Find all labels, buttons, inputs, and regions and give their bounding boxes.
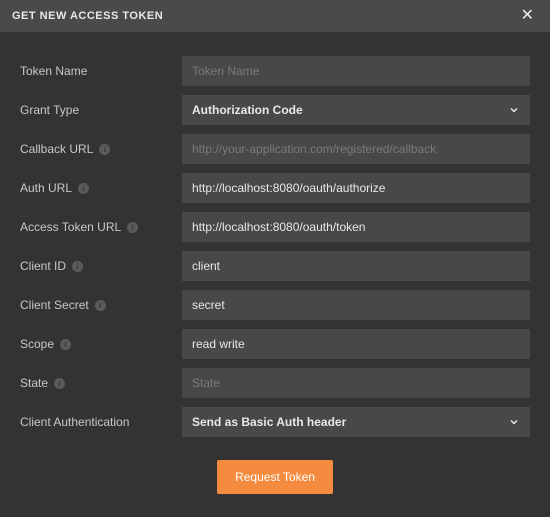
state-input[interactable] (182, 368, 530, 398)
row-token-name: Token Name (20, 56, 530, 86)
row-access-token-url: Access Token URL i (20, 212, 530, 242)
client-id-input[interactable] (182, 251, 530, 281)
grant-type-select-wrap: Authorization Code (182, 95, 530, 125)
info-icon[interactable]: i (60, 339, 71, 350)
label-client-auth: Client Authentication (20, 415, 172, 429)
dialog-title: GET NEW ACCESS TOKEN (12, 10, 163, 22)
auth-url-input[interactable] (182, 173, 530, 203)
callback-url-input[interactable] (182, 134, 530, 164)
dialog-header: GET NEW ACCESS TOKEN ✕ (0, 0, 550, 32)
info-icon[interactable]: i (78, 183, 89, 194)
label-auth-url: Auth URL i (20, 181, 172, 195)
label-callback-url: Callback URL i (20, 142, 172, 156)
label-token-name-text: Token Name (20, 64, 87, 78)
close-icon: ✕ (521, 7, 534, 24)
label-client-secret: Client Secret i (20, 298, 172, 312)
label-state-text: State (20, 376, 48, 390)
info-icon[interactable]: i (72, 261, 83, 272)
label-token-name: Token Name (20, 64, 172, 78)
label-access-token-url: Access Token URL i (20, 220, 172, 234)
request-token-button[interactable]: Request Token (217, 460, 333, 494)
row-callback-url: Callback URL i (20, 134, 530, 164)
row-grant-type: Grant Type Authorization Code (20, 95, 530, 125)
label-client-id-text: Client ID (20, 259, 66, 273)
row-client-auth: Client Authentication Send as Basic Auth… (20, 407, 530, 437)
access-token-url-input[interactable] (182, 212, 530, 242)
label-grant-type: Grant Type (20, 103, 172, 117)
grant-type-select[interactable]: Authorization Code (182, 95, 530, 125)
client-auth-select[interactable]: Send as Basic Auth header (182, 407, 530, 437)
label-grant-type-text: Grant Type (20, 103, 79, 117)
label-state: State i (20, 376, 172, 390)
token-name-input[interactable] (182, 56, 530, 86)
row-client-secret: Client Secret i (20, 290, 530, 320)
access-token-dialog: GET NEW ACCESS TOKEN ✕ Token Name Grant … (0, 0, 550, 517)
row-state: State i (20, 368, 530, 398)
close-button[interactable]: ✕ (517, 6, 538, 26)
label-access-token-url-text: Access Token URL (20, 220, 121, 234)
scope-input[interactable] (182, 329, 530, 359)
label-callback-url-text: Callback URL (20, 142, 93, 156)
label-client-id: Client ID i (20, 259, 172, 273)
info-icon[interactable]: i (99, 144, 110, 155)
info-icon[interactable]: i (95, 300, 106, 311)
label-scope: Scope i (20, 337, 172, 351)
client-auth-select-wrap: Send as Basic Auth header (182, 407, 530, 437)
info-icon[interactable]: i (54, 378, 65, 389)
label-client-auth-text: Client Authentication (20, 415, 129, 429)
dialog-body: Token Name Grant Type Authorization Code… (0, 32, 550, 517)
label-scope-text: Scope (20, 337, 54, 351)
row-client-id: Client ID i (20, 251, 530, 281)
label-auth-url-text: Auth URL (20, 181, 72, 195)
info-icon[interactable]: i (127, 222, 138, 233)
row-auth-url: Auth URL i (20, 173, 530, 203)
client-secret-input[interactable] (182, 290, 530, 320)
label-client-secret-text: Client Secret (20, 298, 89, 312)
row-scope: Scope i (20, 329, 530, 359)
